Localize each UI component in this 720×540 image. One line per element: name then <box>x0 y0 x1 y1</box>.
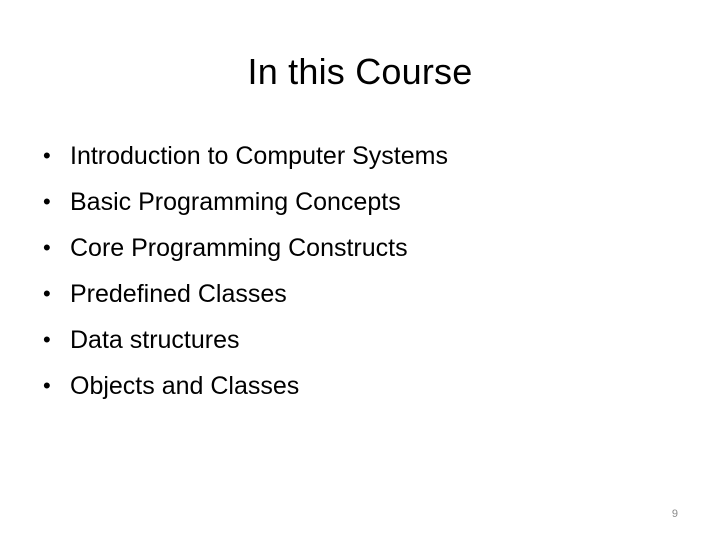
slide-title: In this Course <box>247 51 473 92</box>
bullet-text: Predefined Classes <box>70 279 287 308</box>
bullet-dot-icon: • <box>43 143 51 168</box>
bullet-dot-icon: • <box>43 373 51 398</box>
bullet-text: Basic Programming Concepts <box>70 187 401 216</box>
bullet-dot-icon: • <box>43 327 51 352</box>
bullet-text: Objects and Classes <box>70 371 300 400</box>
bullet-dot-icon: • <box>43 281 51 306</box>
bullet-dot-icon: • <box>43 189 51 214</box>
page-number: 9 <box>671 508 678 520</box>
bullet-dot-icon: • <box>43 235 51 260</box>
bullet-item: • Basic Programming Concepts <box>43 179 448 225</box>
bullet-item: • Predefined Classes <box>43 271 448 317</box>
bullet-text: Data structures <box>70 325 240 354</box>
bullet-item: • Data structures <box>43 317 448 363</box>
slide: In this Course • Introduction to Compute… <box>0 0 720 540</box>
bullet-list: • Introduction to Computer Systems • Bas… <box>43 133 448 409</box>
bullet-item: • Objects and Classes <box>43 363 448 409</box>
bullet-text: Core Programming Constructs <box>70 233 408 262</box>
bullet-text: Introduction to Computer Systems <box>70 141 448 170</box>
bullet-item: • Introduction to Computer Systems <box>43 133 448 179</box>
bullet-item: • Core Programming Constructs <box>43 225 448 271</box>
